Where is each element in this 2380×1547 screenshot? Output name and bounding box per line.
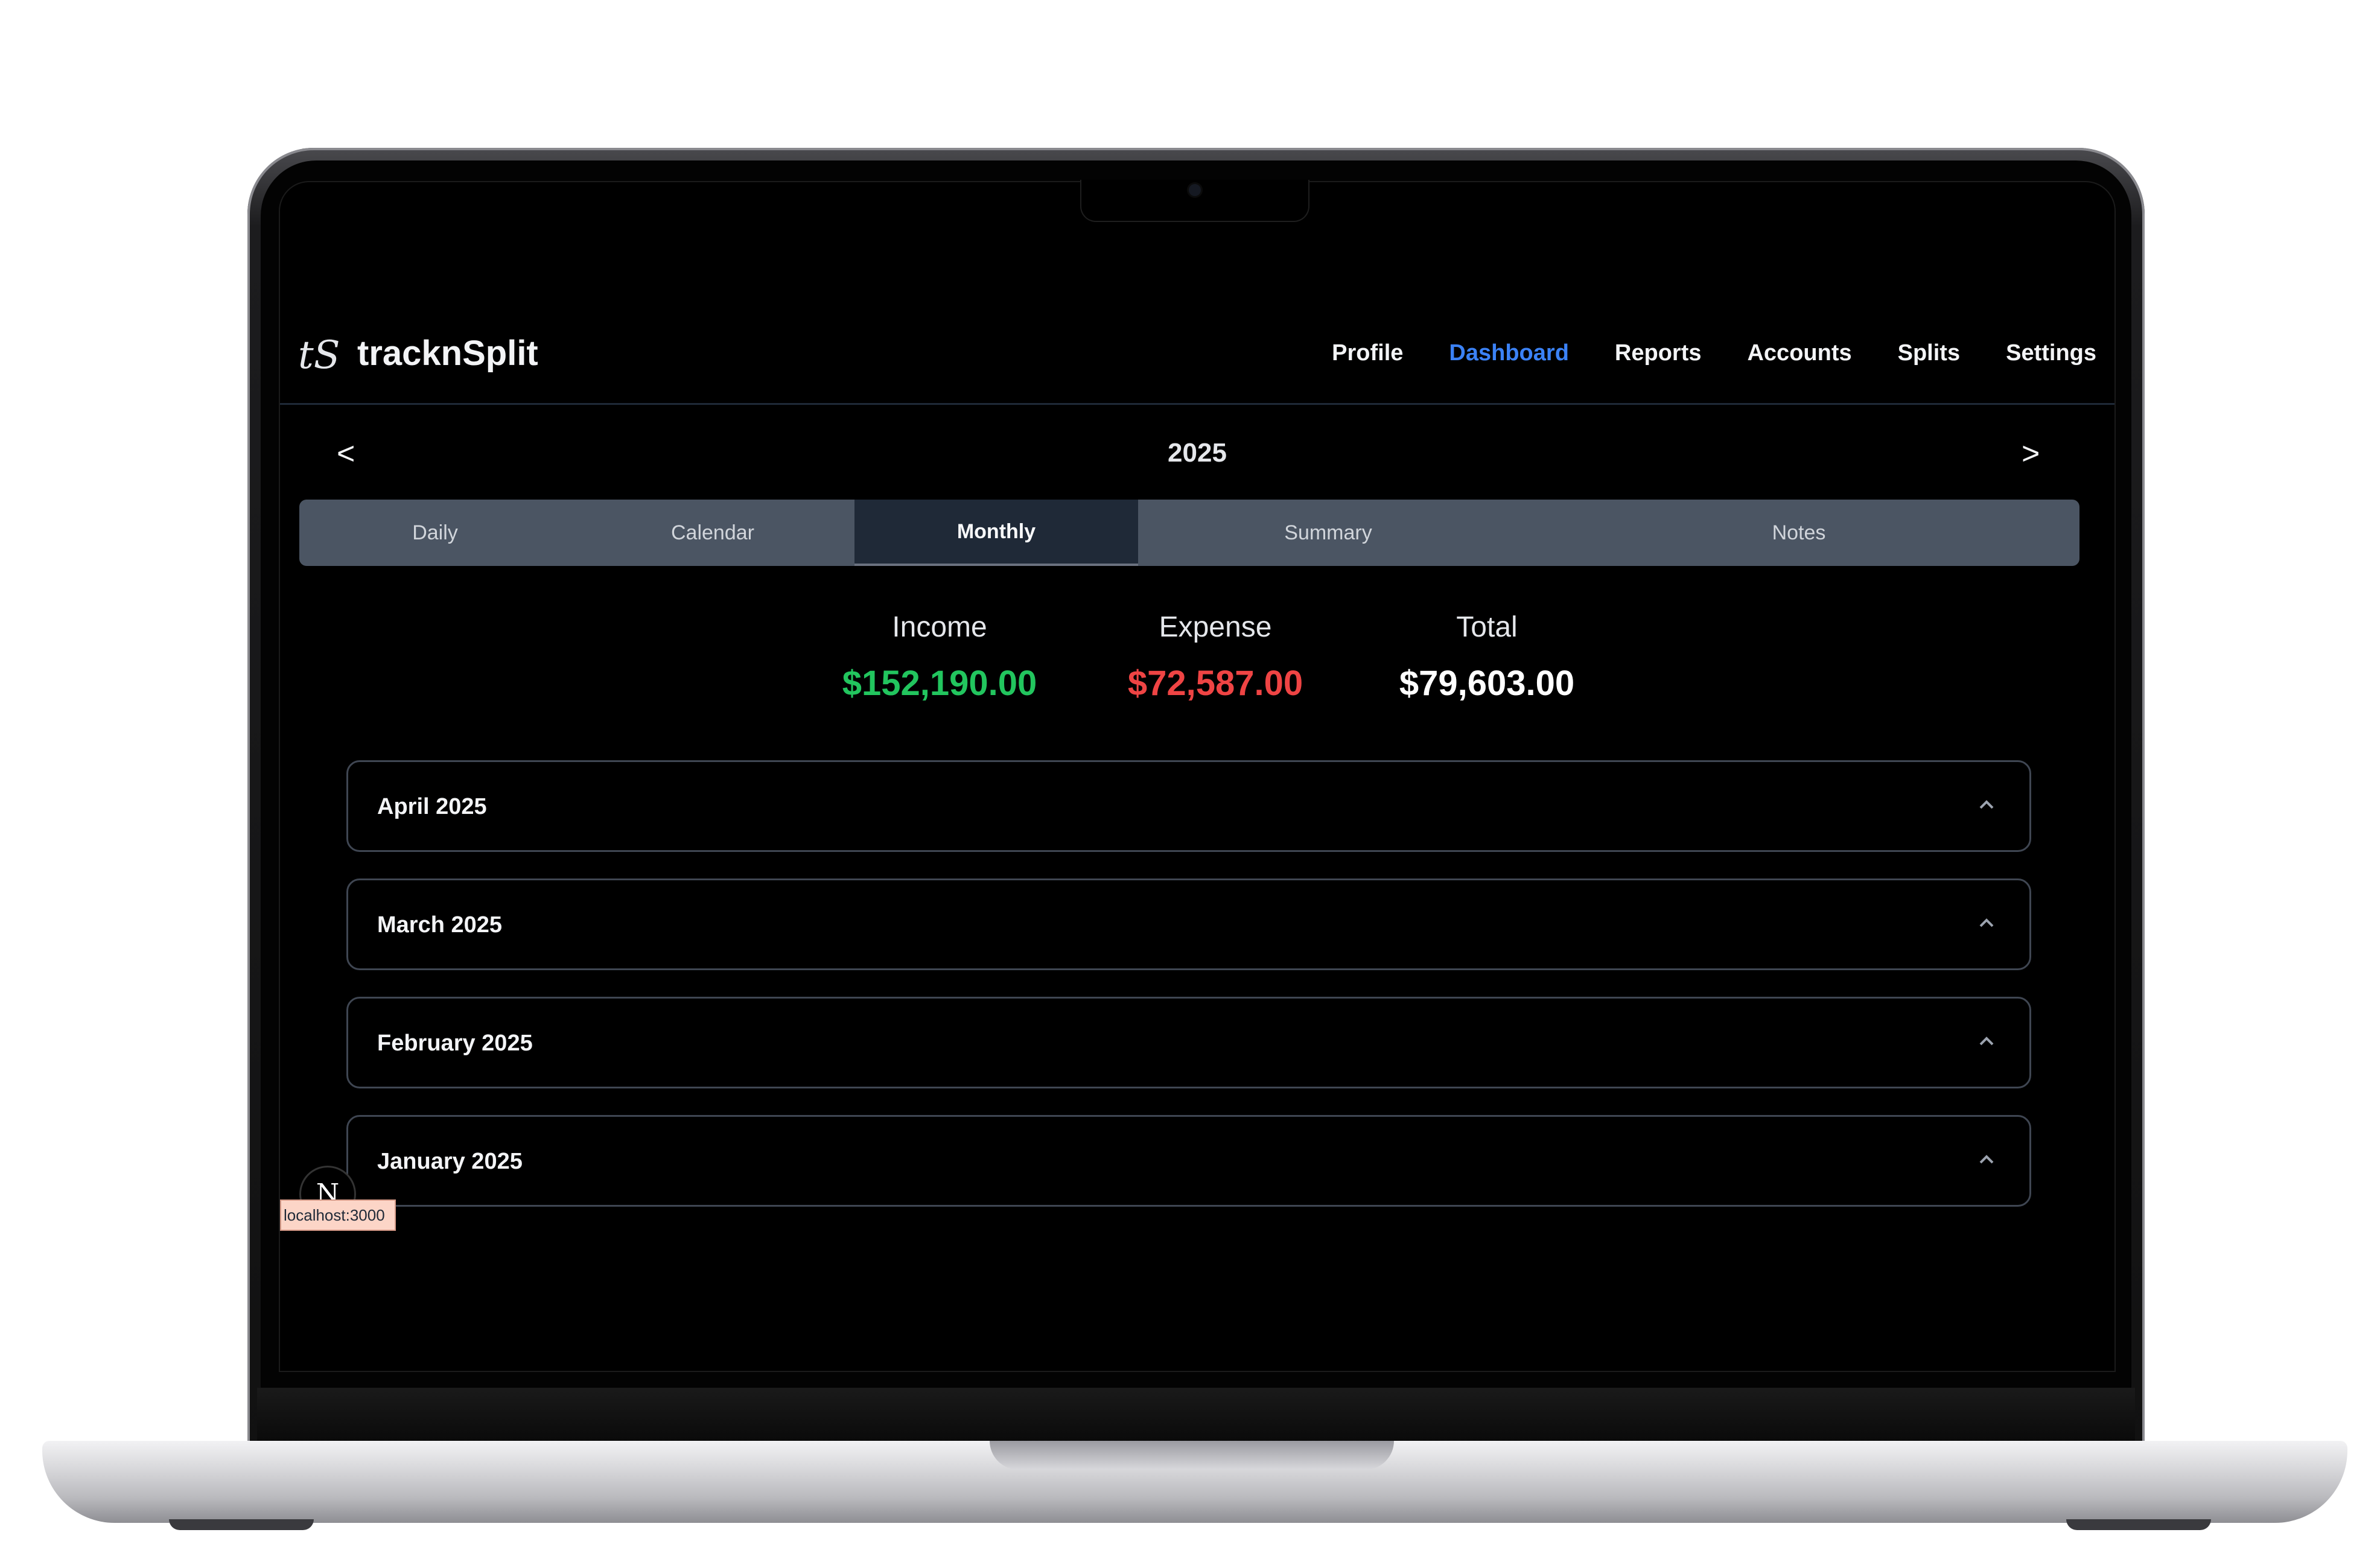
app-root: tS tracknSplit Profile Dashboard Reports…: [280, 182, 2114, 1371]
tab-summary[interactable]: Summary: [1138, 500, 1518, 566]
laptop-opening-groove: [990, 1441, 1394, 1470]
expense-label: Expense: [1159, 611, 1272, 643]
expense-value: $72,587.00: [1127, 664, 1303, 703]
month-accordion-february[interactable]: February 2025: [346, 997, 2031, 1088]
nav-accounts[interactable]: Accounts: [1747, 340, 1851, 366]
month-accordion-march[interactable]: March 2025: [346, 878, 2031, 970]
view-tabs: Daily Calendar Monthly Summary Notes: [299, 500, 2079, 566]
prev-year-button[interactable]: <: [337, 436, 355, 472]
chevron-up-icon: [1979, 918, 1994, 927]
logo-icon[interactable]: tS: [298, 333, 340, 378]
month-accordion-january[interactable]: January 2025: [346, 1115, 2031, 1207]
total-summary: Total $79,603.00: [1384, 611, 1589, 704]
url-tooltip: localhost:3000: [280, 1199, 396, 1231]
income-label: Income: [892, 611, 987, 643]
income-summary: Income $152,190.00: [822, 611, 1057, 704]
tab-notes[interactable]: Notes: [1518, 500, 2079, 566]
laptop-hinge: [257, 1388, 2135, 1442]
nav-reports[interactable]: Reports: [1615, 340, 1702, 366]
main-nav: Profile Dashboard Reports Accounts Split…: [1332, 340, 2096, 366]
income-value: $152,190.00: [842, 664, 1037, 703]
month-title: March 2025: [377, 912, 503, 938]
tab-notes-label: Notes: [1772, 521, 1826, 544]
month-title: April 2025: [377, 794, 487, 819]
chevron-up-icon: [1979, 1037, 1994, 1046]
chevron-up-icon: [1979, 1155, 1994, 1164]
laptop-foot: [169, 1519, 314, 1530]
current-year: 2025: [1168, 438, 1227, 468]
year-selector: 2025 < >: [280, 436, 2114, 484]
chevron-up-icon: [1979, 800, 1994, 809]
total-label: Total: [1456, 611, 1518, 643]
expense-summary: Expense $72,587.00: [1113, 611, 1318, 704]
month-title: January 2025: [377, 1149, 523, 1174]
nav-dashboard[interactable]: Dashboard: [1449, 340, 1568, 366]
nav-profile[interactable]: Profile: [1332, 340, 1403, 366]
nav-splits[interactable]: Splits: [1898, 340, 1960, 366]
tab-calendar[interactable]: Calendar: [571, 500, 854, 566]
tab-monthly[interactable]: Monthly: [854, 500, 1138, 566]
month-title: February 2025: [377, 1031, 533, 1056]
laptop-foot: [2066, 1519, 2211, 1530]
laptop-screen: tS tracknSplit Profile Dashboard Reports…: [279, 181, 2116, 1372]
month-accordion-april[interactable]: April 2025: [346, 760, 2031, 852]
camera-icon: [1189, 184, 1201, 196]
nav-settings[interactable]: Settings: [2006, 340, 2096, 366]
tab-daily[interactable]: Daily: [299, 500, 571, 566]
next-year-button[interactable]: >: [2022, 436, 2040, 472]
app-name[interactable]: tracknSplit: [357, 333, 538, 373]
total-value: $79,603.00: [1399, 664, 1575, 703]
